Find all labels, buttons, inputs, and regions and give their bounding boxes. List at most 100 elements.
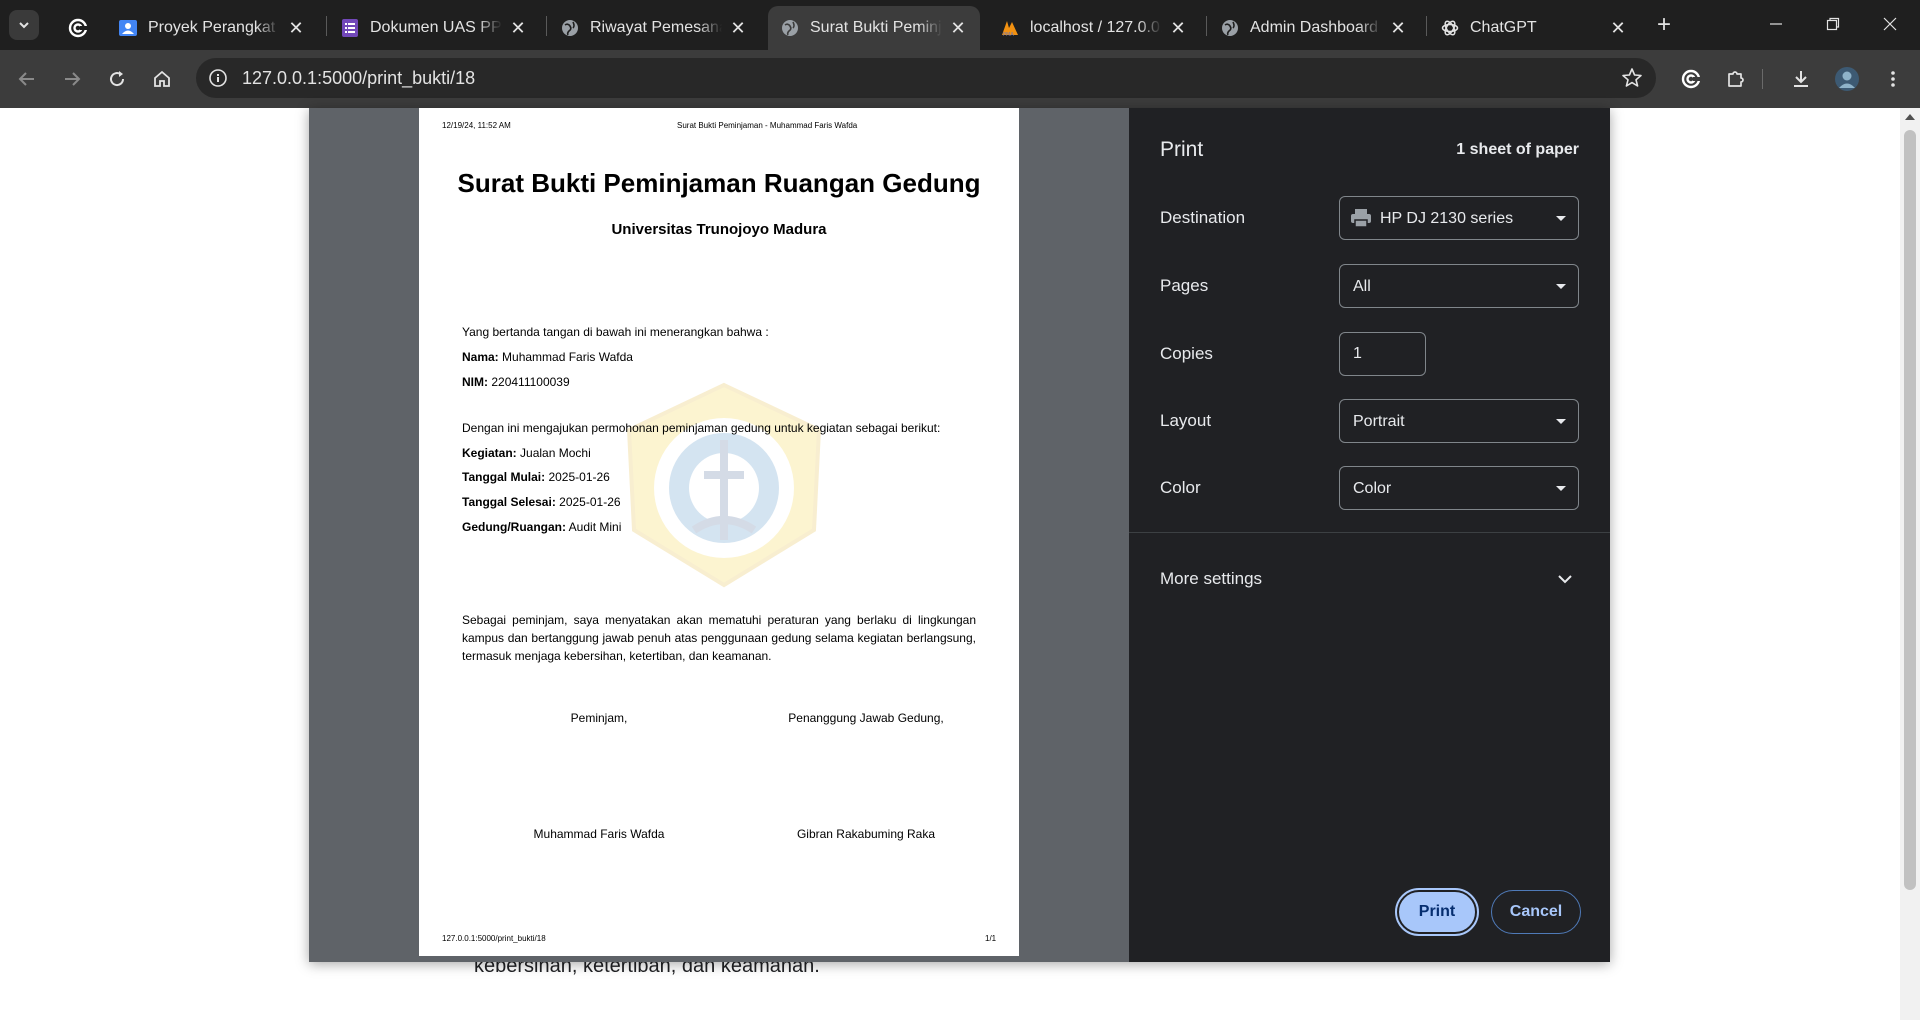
intro-line: Yang bertanda tangan di bawah ini menera… (462, 325, 769, 339)
tab-surat-bukti[interactable]: Surat Bukti Peminjaman ✕ (768, 6, 980, 50)
tab-chatgpt[interactable]: ChatGPT ✕ (1428, 6, 1640, 50)
gedung-line: Gedung/Ruangan: Audit Mini (462, 520, 621, 534)
dropdown-caret-icon (1556, 216, 1566, 221)
extensions-button[interactable] (1721, 64, 1751, 94)
tab-separator (546, 16, 547, 36)
nim-label: NIM: (462, 375, 488, 389)
dropdown-caret-icon (1556, 419, 1566, 424)
close-icon (1883, 17, 1897, 31)
menu-button[interactable] (1878, 64, 1908, 94)
kegiatan-label: Kegiatan: (462, 446, 517, 460)
nama-label: Nama: (462, 350, 499, 364)
signature-left-title: Peminjam, (570, 711, 628, 725)
destination-select[interactable]: HP DJ 2130 series (1339, 196, 1579, 240)
dropdown-caret-icon (1556, 284, 1566, 289)
layout-value: Portrait (1353, 413, 1405, 430)
google-forms-icon (340, 18, 360, 38)
page-footer-url: 127.0.0.1:5000/print_bukti/18 (442, 934, 546, 943)
settings-divider (1129, 532, 1610, 533)
print-title: Print (1160, 138, 1204, 161)
pages-select[interactable]: All (1339, 264, 1579, 308)
tab-dokumen[interactable]: Dokumen UAS PPL ✕ (328, 6, 540, 50)
document-subtitle: Universitas Trunojoyo Madura (611, 221, 827, 238)
site-info-icon[interactable] (206, 66, 230, 90)
tanggal-selesai-line: Tanggal Selesai: 2025-01-26 (462, 495, 621, 509)
destination-value: HP DJ 2130 series (1380, 210, 1514, 227)
tab-proyek[interactable]: Proyek Perangkat Lunak ✕ (106, 6, 318, 50)
browser-toolbar: 127.0.0.1:5000/print_bukti/18 (0, 50, 1920, 108)
tab-title: Proyek Perangkat Lunak (148, 19, 280, 36)
globe-icon (780, 18, 800, 38)
page-scrollbar[interactable] (1900, 108, 1920, 1020)
signature-left-name: Muhammad Faris Wafda (533, 827, 665, 841)
scroll-up-arrow-icon[interactable] (1905, 114, 1915, 120)
new-tab-button[interactable]: + (1650, 11, 1678, 39)
tab-search-button[interactable] (9, 10, 39, 40)
tab-riwayat[interactable]: Riwayat Pemesanan ✕ (548, 6, 760, 50)
copilot-icon (68, 18, 88, 38)
gedung-value: Audit Mini (568, 520, 622, 534)
close-window-button[interactable] (1870, 8, 1910, 40)
pages-value: All (1353, 278, 1371, 295)
restore-button[interactable] (1813, 8, 1853, 40)
more-settings-toggle[interactable]: More settings (1160, 569, 1262, 589)
chevron-down-icon[interactable] (1556, 570, 1574, 588)
forward-button[interactable] (57, 64, 87, 94)
pinned-tab[interactable] (56, 6, 96, 50)
cancel-button[interactable]: Cancel (1491, 890, 1581, 934)
tanggal-selesai-value: 2025-01-26 (559, 495, 621, 509)
close-icon[interactable]: ✕ (1388, 18, 1408, 38)
tab-separator (1206, 16, 1207, 36)
layout-select[interactable]: Portrait (1339, 399, 1579, 443)
restore-icon (1826, 17, 1840, 31)
downloads-button[interactable] (1786, 64, 1816, 94)
minimize-button[interactable] (1756, 8, 1796, 40)
close-icon[interactable]: ✕ (508, 18, 528, 38)
close-icon[interactable]: ✕ (1608, 18, 1628, 38)
profile-avatar[interactable] (1832, 64, 1862, 94)
bookmark-star-icon[interactable] (1620, 66, 1644, 90)
color-value: Color (1353, 480, 1392, 497)
dropdown-caret-icon (1556, 486, 1566, 491)
kegiatan-line: Kegiatan: Jualan Mochi (462, 446, 591, 460)
request-intro-line: Dengan ini mengajukan permohonan peminja… (462, 421, 941, 435)
reload-button[interactable] (102, 64, 132, 94)
color-select[interactable]: Color (1339, 466, 1579, 510)
copies-input[interactable] (1339, 332, 1426, 376)
close-icon[interactable]: ✕ (948, 18, 968, 38)
copilot-icon (1681, 69, 1701, 89)
page-footer-number: 1/1 (985, 934, 997, 943)
print-preview-area: 12/19/24, 11:52 AM Surat Bukti Peminjama… (309, 108, 1129, 962)
color-label: Color (1160, 478, 1201, 497)
home-icon (154, 70, 170, 87)
copilot-extension-button[interactable] (1676, 64, 1706, 94)
url-text: 127.0.0.1:5000/print_bukti/18 (242, 68, 476, 88)
reload-icon (110, 71, 125, 87)
close-icon[interactable]: ✕ (1168, 18, 1188, 38)
back-button[interactable] (12, 64, 42, 94)
close-icon[interactable]: ✕ (286, 18, 306, 38)
close-icon[interactable]: ✕ (728, 18, 748, 38)
tab-title: Dokumen UAS PPL (370, 19, 502, 36)
document-title: Surat Bukti Peminjaman Ruangan Gedung (457, 168, 981, 198)
address-bar[interactable]: 127.0.0.1:5000/print_bukti/18 (196, 58, 1656, 98)
chevron-down-icon (19, 22, 29, 29)
tanggal-mulai-label: Tanggal Mulai: (462, 470, 546, 484)
page-header-datetime: 12/19/24, 11:52 AM (442, 121, 511, 130)
tab-localhost[interactable]: PMA localhost / 127.0.0.1 ✕ (988, 6, 1200, 50)
home-button[interactable] (147, 64, 177, 94)
print-button[interactable]: Print (1395, 888, 1479, 936)
globe-icon (1220, 18, 1240, 38)
plus-icon: + (1656, 11, 1671, 38)
tab-title: ChatGPT (1470, 19, 1537, 36)
signature-right-title: Penanggung Jawab Gedung, (788, 711, 944, 725)
print-dialog: 12/19/24, 11:52 AM Surat Bukti Peminjama… (309, 108, 1610, 962)
copies-label: Copies (1160, 344, 1213, 363)
google-classroom-icon (118, 18, 138, 38)
phpmyadmin-icon: PMA (1000, 18, 1020, 38)
page-header-title: Surat Bukti Peminjaman - Muhammad Faris … (677, 121, 858, 130)
tab-admin-dashboard[interactable]: Admin Dashboard ✕ (1208, 6, 1420, 50)
kebab-menu-icon (1891, 71, 1895, 87)
scroll-thumb[interactable] (1904, 130, 1916, 890)
arrow-right-icon (65, 72, 81, 86)
